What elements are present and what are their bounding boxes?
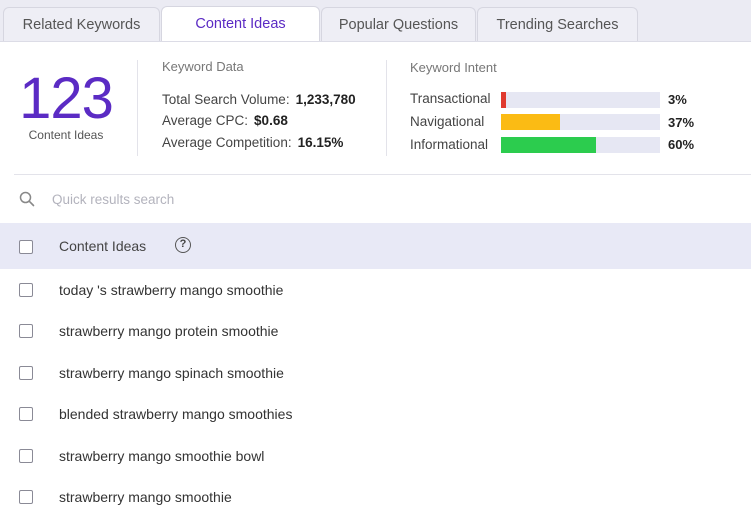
- row-checkbox[interactable]: [19, 449, 33, 463]
- tab-trending-searches[interactable]: Trending Searches: [477, 7, 638, 41]
- intent-transactional-pct: 3%: [668, 92, 687, 107]
- average-cpc: Average CPC: $0.68: [162, 113, 288, 128]
- average-competition-value: 16.15%: [297, 135, 344, 150]
- content-idea-text: today 's strawberry mango smoothie: [59, 282, 284, 298]
- tab-label: Trending Searches: [496, 16, 619, 33]
- total-search-volume: Total Search Volume: 1,233,780: [162, 92, 356, 107]
- intent-transactional-bar: [501, 92, 660, 108]
- content-idea-text: strawberry mango smoothie: [59, 489, 232, 505]
- intent-navigational-label: Navigational: [410, 114, 485, 129]
- row-checkbox[interactable]: [19, 407, 33, 421]
- divider: [137, 60, 138, 156]
- tab-popular-questions[interactable]: Popular Questions: [321, 7, 476, 41]
- content-idea-text: strawberry mango smoothie bowl: [59, 448, 265, 464]
- row-checkbox[interactable]: [19, 324, 33, 338]
- tab-label: Content Ideas: [195, 16, 286, 32]
- content-ideas-count: 123: [19, 66, 114, 131]
- select-all-checkbox[interactable]: [19, 240, 33, 254]
- tab-content-ideas[interactable]: Content Ideas: [161, 6, 320, 41]
- tab-label: Related Keywords: [22, 16, 141, 33]
- help-icon[interactable]: ?: [175, 237, 191, 253]
- table-row: strawberry mango smoothie: [0, 477, 751, 518]
- total-search-volume-label: Total Search Volume:: [162, 92, 290, 107]
- search-icon: [19, 191, 35, 207]
- content-ideas-count-label: Content Ideas: [28, 128, 104, 142]
- total-search-volume-value: 1,233,780: [295, 92, 356, 107]
- column-header-content-ideas[interactable]: Content Ideas: [59, 238, 146, 254]
- intent-transactional-fill: [501, 92, 506, 108]
- intent-navigational-fill: [501, 114, 560, 130]
- tab-related-keywords[interactable]: Related Keywords: [3, 7, 160, 41]
- table-row: strawberry mango protein smoothie: [0, 311, 751, 352]
- intent-transactional-label: Transactional: [410, 91, 491, 106]
- content-idea-text: blended strawberry mango smoothies: [59, 406, 293, 422]
- row-checkbox[interactable]: [19, 283, 33, 297]
- content-idea-text: strawberry mango protein smoothie: [59, 323, 279, 339]
- intent-informational-bar: [501, 137, 660, 153]
- table-row: strawberry mango smoothie bowl: [0, 436, 751, 477]
- intent-informational-label: Informational: [410, 137, 489, 152]
- average-competition-label: Average Competition:: [162, 135, 292, 150]
- intent-informational-fill: [501, 137, 597, 153]
- table-row: blended strawberry mango smoothies: [0, 394, 751, 435]
- intent-navigational-pct: 37%: [668, 115, 695, 130]
- average-competition: Average Competition: 16.15%: [162, 135, 343, 150]
- average-cpc-label: Average CPC:: [162, 113, 249, 128]
- divider: [14, 174, 751, 175]
- intent-navigational-bar: [501, 114, 660, 130]
- keyword-intent-title: Keyword Intent: [410, 60, 497, 75]
- search-input[interactable]: [52, 188, 732, 210]
- table-row: today 's strawberry mango smoothie: [0, 270, 751, 311]
- tab-bar: Related Keywords Content Ideas Popular Q…: [0, 0, 751, 42]
- tab-label: Popular Questions: [338, 16, 459, 33]
- content-idea-text: strawberry mango spinach smoothie: [59, 365, 284, 381]
- row-checkbox[interactable]: [19, 490, 33, 504]
- table-header: Content Ideas ?: [0, 223, 751, 269]
- divider: [386, 60, 387, 156]
- row-checkbox[interactable]: [19, 366, 33, 380]
- average-cpc-value: $0.68: [254, 113, 288, 128]
- intent-informational-pct: 60%: [668, 137, 695, 152]
- table-row: strawberry mango spinach smoothie: [0, 353, 751, 394]
- keyword-data-title: Keyword Data: [162, 59, 244, 74]
